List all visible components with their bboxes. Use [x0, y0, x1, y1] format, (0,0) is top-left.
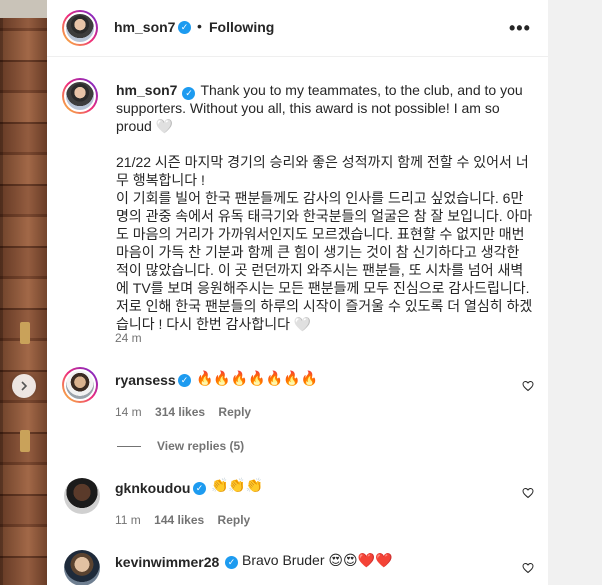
- comment-avatar[interactable]: [64, 478, 100, 514]
- caption-avatar[interactable]: [62, 78, 98, 114]
- comment-text: Bravo Bruder 😍😍❤️❤️: [242, 552, 393, 568]
- verified-badge-icon: ✓: [182, 87, 196, 100]
- photo-door-handle: [20, 430, 30, 452]
- backdrop: [548, 0, 602, 585]
- comment-username[interactable]: ryansess: [115, 372, 176, 388]
- comment-meta: 11 m 144 likes Reply: [115, 513, 250, 527]
- heart-outline-icon[interactable]: [522, 487, 534, 499]
- comment-likes[interactable]: 314 likes: [155, 405, 205, 419]
- verified-badge-icon: ✓: [178, 374, 191, 387]
- author-avatar[interactable]: [62, 10, 98, 46]
- next-image-button[interactable]: [12, 374, 36, 398]
- post-detail-panel: hm_son7 ✓ • Following ••• hm_son7 ✓ Thank …: [47, 0, 548, 585]
- comment-timestamp: 14 m: [115, 405, 142, 419]
- following-button[interactable]: Following: [209, 19, 274, 35]
- caption-text: Thank you to my teammates, to the club, …: [116, 82, 533, 332]
- divider-line: [117, 445, 141, 447]
- photo-door-frame: [0, 0, 47, 18]
- comment-username[interactable]: kevinwimmer28: [115, 554, 219, 570]
- reply-button[interactable]: Reply: [218, 405, 251, 419]
- reply-button[interactable]: Reply: [218, 513, 251, 527]
- comment-avatar[interactable]: [64, 550, 100, 585]
- caption-timestamp: 24 m: [115, 331, 142, 345]
- view-replies-label: View replies (5): [157, 439, 245, 453]
- verified-badge-icon: ✓: [178, 21, 191, 34]
- comment-timestamp: 11 m: [115, 513, 141, 527]
- heart-outline-icon[interactable]: [522, 380, 534, 392]
- heart-outline-icon[interactable]: [522, 562, 534, 574]
- comment-username[interactable]: gknkoudou: [115, 480, 190, 496]
- post-header: hm_son7 ✓ • Following •••: [47, 0, 548, 57]
- comment-meta: 14 m 314 likes Reply: [115, 405, 251, 419]
- chevron-right-icon: [21, 381, 28, 391]
- more-options-icon[interactable]: •••: [509, 18, 531, 39]
- post-photo: [0, 0, 47, 585]
- verified-badge-icon: ✓: [225, 556, 238, 569]
- post-caption: hm_son7 ✓ Thank you to my teammates, to th…: [116, 81, 534, 333]
- comment-likes[interactable]: 144 likes: [154, 513, 204, 527]
- comment-text: 👏👏👏: [211, 477, 264, 493]
- verified-badge-icon: ✓: [193, 482, 206, 495]
- comment-avatar[interactable]: [62, 367, 98, 403]
- view-replies-button[interactable]: View replies (5): [117, 439, 244, 453]
- separator-dot: •: [197, 18, 202, 34]
- author-username[interactable]: hm_son7: [114, 19, 175, 35]
- caption-username[interactable]: hm_son7: [116, 82, 177, 98]
- photo-door-handle: [20, 322, 30, 344]
- comment-text: 🔥🔥🔥🔥🔥🔥🔥: [196, 370, 319, 386]
